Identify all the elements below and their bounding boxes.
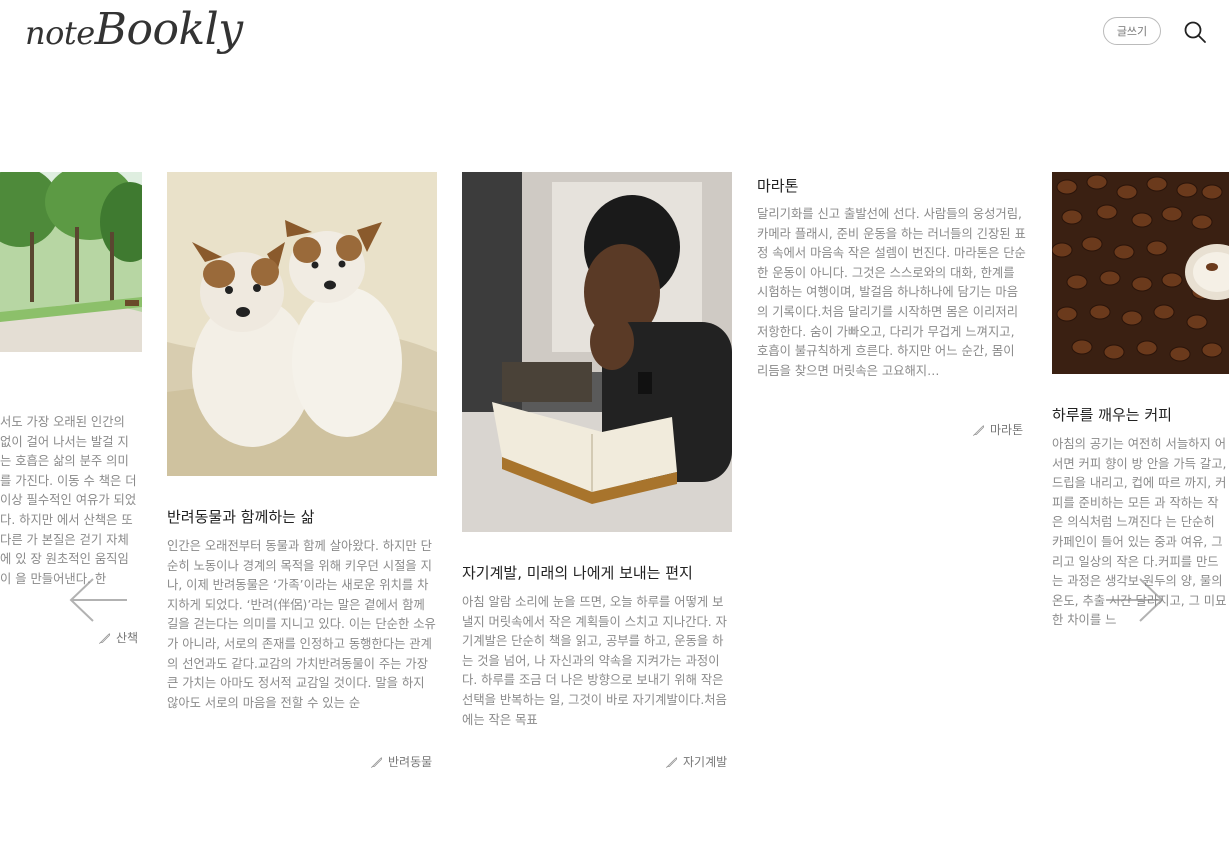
post-image-dogs <box>167 172 437 476</box>
post-title[interactable]: 마라톤 <box>757 175 798 196</box>
pen-icon <box>973 424 985 436</box>
pen-icon <box>666 756 678 768</box>
post-tag-label: 반려동물 <box>388 755 433 769</box>
post-title[interactable]: 자기계발, 미래의 나에게 보내는 편지 <box>462 562 693 583</box>
post-title[interactable]: 하루를 깨우는 커피 <box>1052 404 1172 425</box>
post-tag-label: 자기계발 <box>683 755 728 769</box>
pen-icon <box>371 756 383 768</box>
post-tag-label: 마라톤 <box>990 423 1024 437</box>
search-icon[interactable] <box>1183 20 1207 44</box>
post-title[interactable]: 반려동물과 함께하는 삶 <box>167 506 315 527</box>
post-tag[interactable]: 반려동물 <box>370 753 432 770</box>
logo-main: Bookly <box>94 4 243 55</box>
post-tag[interactable]: 마라톤 <box>972 421 1023 438</box>
post-tag-label: 산책 <box>116 631 139 645</box>
logo-prefix: note <box>25 14 95 52</box>
post-image-park <box>0 172 142 352</box>
pen-icon <box>99 632 111 644</box>
write-button[interactable]: 글쓰기 <box>1103 17 1161 45</box>
post-tag[interactable]: 산책 <box>98 629 138 646</box>
post-tag[interactable]: 자기계발 <box>665 753 727 770</box>
carousel-next-arrow-icon[interactable] <box>1104 575 1166 625</box>
site-logo[interactable]: noteBookly <box>25 4 243 55</box>
post-excerpt: 아침 알람 소리에 눈을 뜨면, 오늘 하루를 어떻게 보낼지 머릿속에서 작은… <box>462 595 727 727</box>
carousel-prev-arrow-icon[interactable] <box>67 575 129 625</box>
post-excerpt: 인간은 오래전부터 동물과 함께 살아왔다. 하지만 단순히 노동이나 경계의 … <box>167 539 436 710</box>
post-image-coffee-beans <box>1052 172 1229 374</box>
post-image-reader <box>462 172 732 532</box>
post-excerpt: 달리기화를 신고 출발선에 선다. 사람들의 웅성거림, 카메라 플래시, 준비… <box>757 207 1026 378</box>
